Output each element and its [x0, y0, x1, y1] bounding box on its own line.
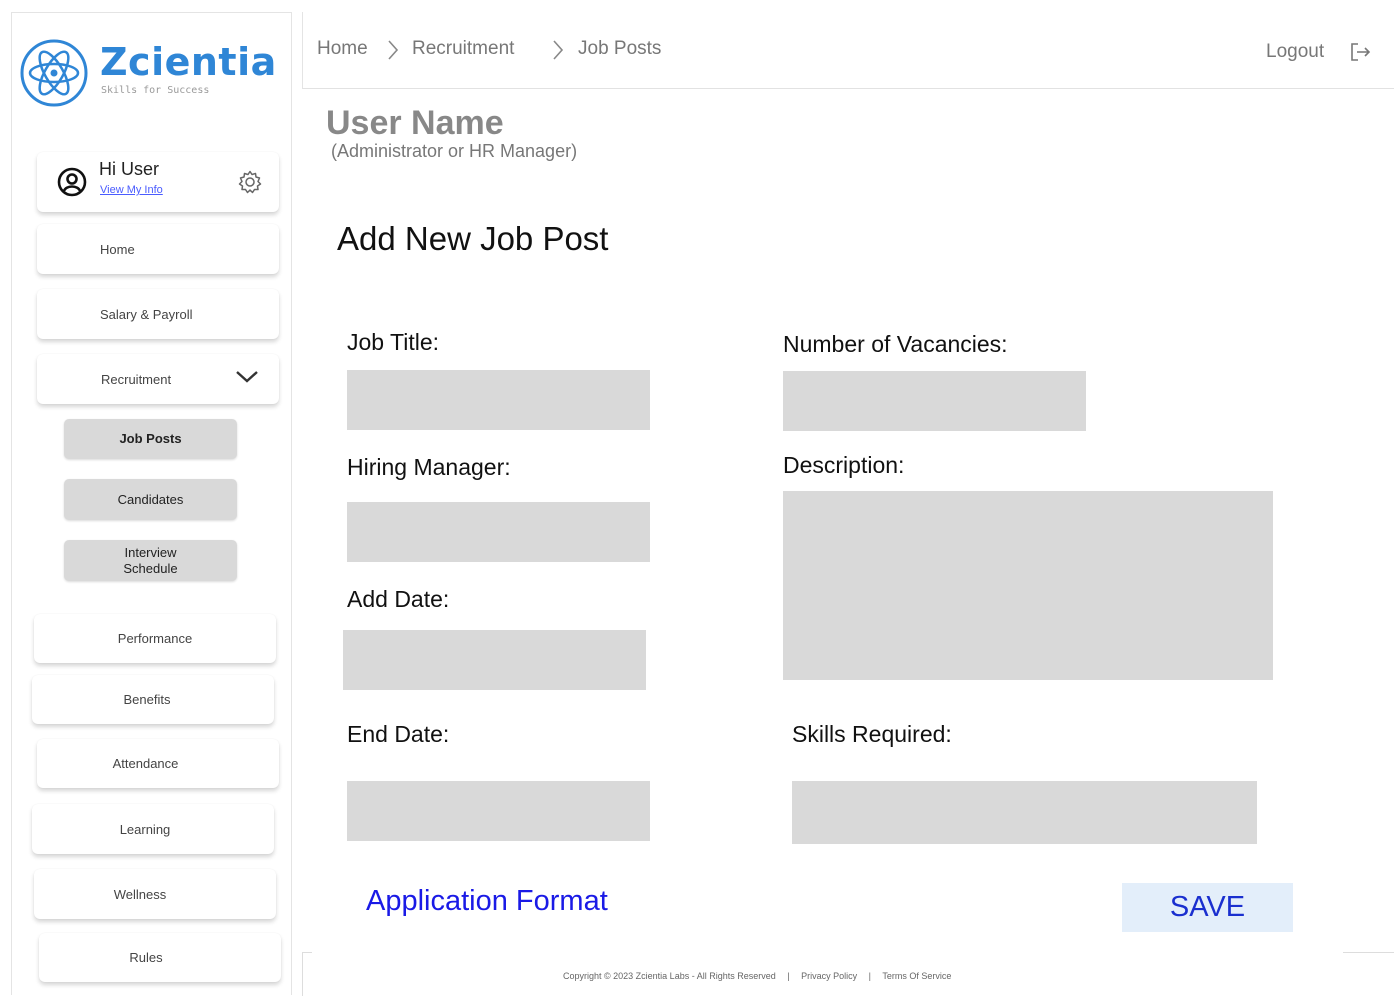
sidebar: Zcientia Skills for Success Hi User View…: [11, 12, 292, 995]
sidebar-item-label: Recruitment: [101, 371, 172, 387]
subitem-label: Job Posts: [119, 431, 182, 446]
footer-terms-link[interactable]: Terms Of Service: [882, 971, 951, 981]
footer-separator: |: [868, 971, 871, 981]
breadcrumb-job-posts[interactable]: Job Posts: [578, 38, 661, 60]
add-date-input[interactable]: [343, 630, 646, 690]
sidebar-item-wellness[interactable]: Wellness: [34, 869, 276, 919]
add-date-label: Add Date:: [347, 586, 450, 612]
application-format-link[interactable]: Application Format: [366, 885, 608, 918]
sidebar-item-label: Learning: [119, 821, 171, 837]
chevron-down-icon[interactable]: [235, 369, 259, 385]
sidebar-subitem-job-posts[interactable]: Job Posts: [64, 419, 237, 459]
end-date-label: End Date:: [347, 721, 450, 747]
brand-name: Zcientia: [100, 40, 277, 84]
sidebar-item-recruitment[interactable]: Recruitment: [37, 354, 279, 404]
gear-icon[interactable]: [237, 169, 263, 195]
logout-link[interactable]: Logout: [1266, 41, 1324, 63]
chevron-right-icon: [388, 40, 399, 60]
end-date-input[interactable]: [347, 781, 650, 841]
sidebar-item-label: Home: [100, 241, 135, 257]
save-button[interactable]: SAVE: [1122, 883, 1293, 932]
hiring-manager-input[interactable]: [347, 502, 650, 562]
subitem-label: Candidates: [117, 491, 184, 507]
sidebar-item-salary-payroll[interactable]: Salary & Payroll: [37, 289, 279, 339]
skills-required-input[interactable]: [792, 781, 1257, 844]
vacancies-label: Number of Vacancies:: [783, 331, 1008, 357]
description-textarea[interactable]: [783, 491, 1273, 680]
atom-logo-icon: [20, 39, 88, 107]
sidebar-item-label: Performance: [117, 631, 193, 646]
footer-separator: |: [787, 971, 790, 981]
description-label: Description:: [783, 452, 905, 478]
sidebar-item-label: Attendance: [112, 756, 179, 771]
footer: Copyright © 2023 Zcientia Labs - All Rig…: [563, 971, 951, 981]
sidebar-item-benefits[interactable]: Benefits: [32, 675, 274, 724]
sidebar-item-label: Salary & Payroll: [100, 306, 193, 322]
logout-icon[interactable]: [1348, 40, 1372, 64]
view-my-info-link[interactable]: View My Info: [100, 184, 163, 196]
chevron-right-icon: [553, 40, 564, 60]
sidebar-item-learning[interactable]: Learning: [32, 804, 274, 854]
footer-privacy-link[interactable]: Privacy Policy: [801, 971, 857, 981]
avatar-icon: [57, 167, 87, 197]
footer-divider-left: [302, 952, 312, 996]
sidebar-item-rules[interactable]: Rules: [39, 933, 281, 982]
sidebar-item-label: Rules: [129, 950, 163, 965]
sidebar-item-label: Wellness: [113, 886, 167, 902]
user-card: Hi User View My Info: [37, 152, 279, 212]
job-title-label: Job Title:: [347, 329, 440, 355]
sidebar-item-attendance[interactable]: Attendance: [37, 739, 279, 788]
page-title: Add New Job Post: [337, 220, 609, 257]
footer-divider-right: [1343, 952, 1394, 953]
user-greeting: Hi User: [99, 159, 160, 179]
sidebar-item-performance[interactable]: Performance: [34, 614, 276, 663]
footer-copyright: Copyright © 2023 Zcientia Labs - All Rig…: [563, 971, 776, 981]
profile-user-role: (Administrator or HR Manager): [331, 141, 578, 161]
job-title-input[interactable]: [347, 370, 650, 430]
sidebar-subitem-interview-schedule[interactable]: Interview Schedule: [64, 540, 237, 581]
subitem-label-line1: Interview: [124, 544, 177, 560]
hiring-manager-label: Hiring Manager:: [347, 454, 511, 480]
profile-user-name: User Name: [326, 104, 504, 142]
sidebar-item-label: Benefits: [123, 692, 171, 707]
sidebar-subitem-candidates[interactable]: Candidates: [64, 479, 237, 520]
sidebar-item-home[interactable]: Home: [37, 224, 279, 274]
subitem-label-line2: Schedule: [123, 560, 178, 576]
breadcrumb-home[interactable]: Home: [317, 38, 368, 60]
top-header: Home Recruitment Job Posts Logout: [302, 12, 1394, 89]
skills-required-label: Skills Required:: [792, 721, 952, 747]
breadcrumb-recruitment[interactable]: Recruitment: [412, 38, 514, 60]
vacancies-input[interactable]: [783, 371, 1086, 431]
brand-tagline: Skills for Success: [101, 85, 210, 96]
